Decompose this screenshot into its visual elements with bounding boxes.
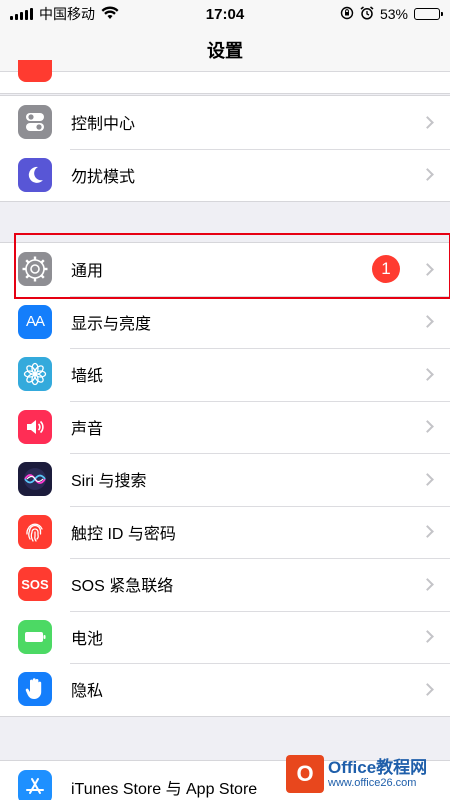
settings-row-do-not-disturb[interactable]: 勿扰模式 bbox=[0, 148, 450, 202]
settings-row-emergency-sos[interactable]: SOS SOS 紧急联络 bbox=[0, 558, 450, 611]
flower-icon bbox=[18, 357, 52, 392]
control-center-icon bbox=[18, 105, 52, 140]
chevron-right-icon bbox=[421, 682, 434, 696]
settings-row-label: Siri 与搜索 bbox=[71, 473, 147, 491]
chevron-right-icon bbox=[421, 115, 434, 129]
settings-row-sounds[interactable]: 声音 bbox=[0, 400, 450, 454]
highlight-box bbox=[14, 233, 450, 299]
speaker-icon bbox=[18, 409, 52, 444]
previous-row-icon[interactable] bbox=[18, 60, 52, 82]
hand-icon bbox=[18, 672, 52, 707]
settings-row-battery[interactable]: 电池 bbox=[0, 610, 450, 664]
settings-row-label: 控制中心 bbox=[71, 116, 136, 134]
settings-row-label: 电池 bbox=[71, 630, 104, 648]
nav-bar: 设置 bbox=[0, 28, 450, 72]
office-logo-icon: O bbox=[286, 755, 324, 793]
chevron-right-icon bbox=[421, 367, 434, 381]
settings-row-label: 隐私 bbox=[71, 683, 104, 701]
watermark-title: Office教程网 bbox=[328, 757, 428, 777]
settings-row-label: SOS 紧急联络 bbox=[71, 578, 174, 596]
settings-group-1: 控制中心 勿扰模式 bbox=[0, 95, 450, 202]
watermark: O Office教程网 www.office26.com bbox=[286, 748, 450, 800]
settings-row-control-center[interactable]: 控制中心 bbox=[0, 96, 450, 149]
fingerprint-icon bbox=[18, 514, 52, 549]
settings-row-label: 显示与亮度 bbox=[71, 315, 152, 333]
settings-row-label: 触控 ID 与密码 bbox=[71, 525, 176, 543]
settings-row-touch-id[interactable]: 触控 ID 与密码 bbox=[0, 505, 450, 559]
settings-group-2: 通用 1 AA 显示与亮度 墙纸 声音 Siri 与搜索 触控 ID 与密码 S… bbox=[0, 242, 450, 717]
chevron-right-icon bbox=[421, 168, 434, 182]
battery-percent: 53% bbox=[379, 6, 408, 22]
chevron-right-icon bbox=[421, 630, 434, 644]
settings-row-privacy[interactable]: 隐私 bbox=[0, 663, 450, 716]
sos-icon: SOS bbox=[18, 567, 52, 602]
settings-row-label: 声音 bbox=[71, 420, 104, 438]
status-time: 17:04 bbox=[205, 5, 245, 23]
orientation-lock-icon bbox=[340, 6, 354, 23]
wifi-icon bbox=[101, 5, 119, 23]
display-brightness-icon: AA bbox=[18, 304, 52, 339]
settings-row-siri-search[interactable]: Siri 与搜索 bbox=[0, 453, 450, 506]
siri-icon bbox=[18, 462, 52, 497]
app-store-icon bbox=[18, 770, 52, 800]
carrier-label: 中国移动 bbox=[39, 6, 95, 22]
status-bar: 中国移动 17:04 53% bbox=[0, 0, 450, 28]
page-title: 设置 bbox=[207, 40, 243, 61]
settings-group-previous bbox=[0, 60, 450, 94]
battery-icon bbox=[413, 8, 443, 20]
settings-row-label: iTunes Store 与 App Store bbox=[71, 781, 258, 799]
chevron-right-icon bbox=[421, 315, 434, 329]
settings-row-wallpaper[interactable]: 墙纸 bbox=[0, 348, 450, 401]
watermark-url: www.office26.com bbox=[328, 777, 417, 790]
signal-icon bbox=[10, 8, 33, 20]
settings-row-label: 墙纸 bbox=[71, 368, 104, 386]
settings-row-display-brightness[interactable]: AA 显示与亮度 bbox=[0, 295, 450, 349]
chevron-right-icon bbox=[421, 472, 434, 486]
chevron-right-icon bbox=[421, 525, 434, 539]
settings-row-label: 勿扰模式 bbox=[71, 168, 136, 186]
moon-icon bbox=[18, 157, 52, 192]
chevron-right-icon bbox=[421, 577, 434, 591]
alarm-icon bbox=[360, 5, 374, 23]
battery-app-icon bbox=[18, 619, 52, 654]
chevron-right-icon bbox=[421, 420, 434, 434]
